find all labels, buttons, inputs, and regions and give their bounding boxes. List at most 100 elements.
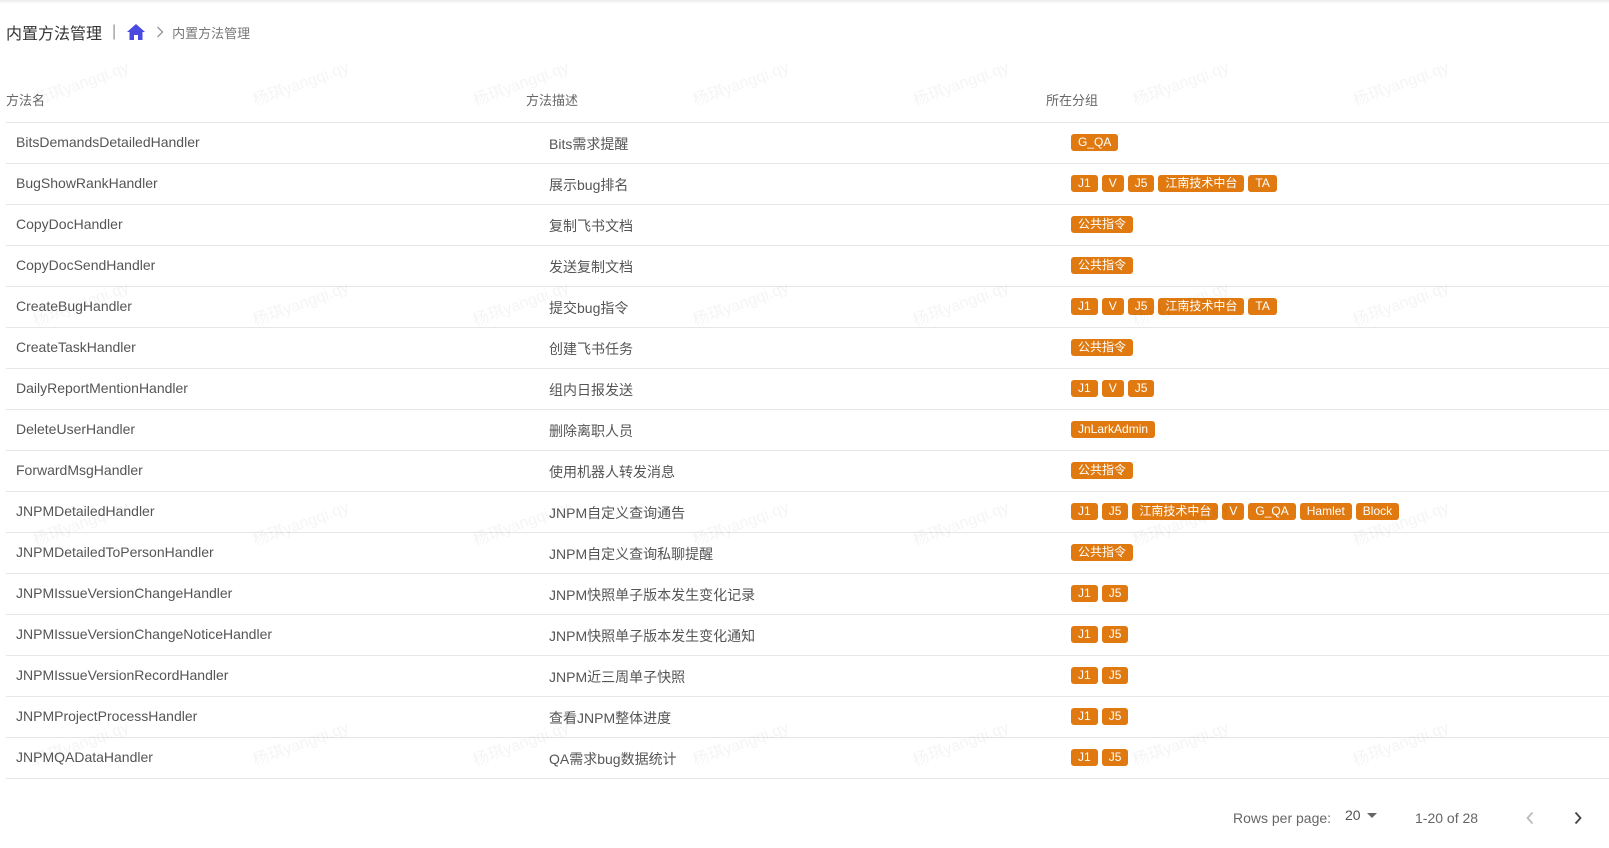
- group-tag: 公共指令: [1071, 339, 1134, 356]
- method-name: JNPMIssueVersionChangeHandler: [16, 585, 233, 601]
- group-tag: J1: [1071, 298, 1098, 315]
- group-tag: 公共指令: [1071, 257, 1134, 274]
- group-tag: J5: [1127, 298, 1155, 315]
- group-tags: G_QA: [1071, 134, 1119, 151]
- group-tag: J1: [1071, 749, 1098, 766]
- group-tag: V: [1101, 298, 1124, 315]
- method-name: ForwardMsgHandler: [16, 462, 143, 478]
- page-header: 内置方法管理 | 内置方法管理: [6, 20, 250, 44]
- method-description: 查看JNPM整体进度: [549, 710, 672, 726]
- column-header-name[interactable]: 方法名: [6, 90, 45, 109]
- table-row[interactable]: BitsDemandsDetailedHandler Bits需求提醒 G_QA: [6, 123, 1609, 164]
- method-description: Bits需求提醒: [549, 136, 629, 152]
- previous-page-button[interactable]: [1518, 806, 1542, 830]
- table-row[interactable]: DeleteUserHandler 删除离职人员 JnLarkAdmin: [6, 410, 1609, 451]
- method-description: JNPM快照单子版本发生变化记录: [549, 587, 756, 603]
- group-tags: J1 V J5 江南技术中台 TA: [1071, 175, 1277, 192]
- group-tag: TA: [1248, 298, 1277, 315]
- table-row[interactable]: CreateBugHandler 提交bug指令 J1 V J5 江南技术中台 TA: [6, 287, 1609, 328]
- method-name: JNPMDetailedHandler: [16, 503, 155, 519]
- group-tag: J1: [1071, 503, 1098, 520]
- table-row[interactable]: ForwardMsgHandler 使用机器人转发消息 公共指令: [6, 451, 1609, 492]
- table-row[interactable]: BugShowRankHandler 展示bug排名 J1 V J5 江南技术中台 TA: [6, 164, 1609, 205]
- breadcrumb-current[interactable]: 内置方法管理: [172, 23, 250, 42]
- method-description: 发送复制文档: [549, 259, 633, 275]
- table-row[interactable]: CreateTaskHandler 创建飞书任务 公共指令: [6, 328, 1609, 369]
- group-tag: J5: [1101, 585, 1129, 602]
- method-name: DeleteUserHandler: [16, 421, 136, 437]
- table-header: 方法名 方法描述 所在分组: [6, 78, 1609, 123]
- methods-table: 方法名 方法描述 所在分组 BitsDemandsDetailedHandler…: [0, 78, 1609, 794]
- method-description: 组内日报发送: [549, 382, 633, 398]
- method-name: BugShowRankHandler: [16, 175, 158, 191]
- method-name: CreateBugHandler: [16, 298, 132, 314]
- table-row[interactable]: DailyReportMentionHandler 组内日报发送 J1 V J5: [6, 369, 1609, 410]
- group-tag: J1: [1071, 708, 1098, 725]
- method-description: 提交bug指令: [549, 300, 629, 316]
- group-tags: J1 J5: [1071, 626, 1129, 643]
- method-description: QA需求bug数据统计: [549, 751, 677, 767]
- method-name: CopyDocHandler: [16, 216, 123, 232]
- group-tag: 江南技术中台: [1132, 503, 1219, 520]
- group-tag: J5: [1101, 626, 1129, 643]
- table-row[interactable]: CopyDocSendHandler 发送复制文档 公共指令: [6, 246, 1609, 287]
- group-tags: 公共指令: [1071, 544, 1134, 561]
- method-name: CreateTaskHandler: [16, 339, 136, 355]
- table-row[interactable]: JNPMProjectProcessHandler 查看JNPM整体进度 J1 J5: [6, 697, 1609, 738]
- group-tag: G_QA: [1071, 134, 1119, 151]
- group-tag: TA: [1248, 175, 1277, 192]
- group-tag: JnLarkAdmin: [1071, 421, 1156, 438]
- table-row[interactable]: JNPMIssueVersionChangeNoticeHandler JNPM快…: [6, 615, 1609, 656]
- group-tag: G_QA: [1248, 503, 1296, 520]
- group-tag: J5: [1127, 380, 1155, 397]
- method-name: JNPMProjectProcessHandler: [16, 708, 198, 724]
- table-body: BitsDemandsDetailedHandler Bits需求提醒 G_QA Bu…: [0, 123, 1609, 779]
- method-name: CopyDocSendHandler: [16, 257, 156, 273]
- table-row[interactable]: JNPMQADataHandler QA需求bug数据统计 J1 J5: [6, 738, 1609, 779]
- method-description: 删除离职人员: [549, 423, 633, 439]
- group-tags: JnLarkAdmin: [1071, 421, 1156, 438]
- table-row[interactable]: JNPMIssueVersionChangeHandler JNPM快照单子版本发…: [6, 574, 1609, 615]
- dropdown-caret-icon: [1366, 812, 1377, 818]
- group-tag: J5: [1101, 503, 1129, 520]
- method-description: JNPM自定义查询通告: [549, 505, 686, 521]
- table-row[interactable]: CopyDocHandler 复制飞书文档 公共指令: [6, 205, 1609, 246]
- method-description: JNPM快照单子版本发生变化通知: [549, 628, 756, 644]
- method-description: 创建飞书任务: [549, 341, 633, 357]
- method-name: BitsDemandsDetailedHandler: [16, 134, 200, 150]
- method-description: 复制飞书文档: [549, 218, 633, 234]
- method-name: DailyReportMentionHandler: [16, 380, 188, 396]
- group-tag: J1: [1071, 175, 1098, 192]
- method-description: 使用机器人转发消息: [549, 464, 675, 480]
- method-name: JNPMDetailedToPersonHandler: [16, 544, 214, 560]
- group-tag: V: [1222, 503, 1245, 520]
- rows-per-page-value: 20: [1345, 807, 1361, 823]
- group-tag: J1: [1071, 380, 1098, 397]
- column-header-description[interactable]: 方法描述: [526, 90, 578, 109]
- group-tags: 公共指令: [1071, 339, 1134, 356]
- header-separator: |: [112, 23, 117, 40]
- method-description: JNPM自定义查询私聊提醒: [549, 546, 714, 562]
- chevron-right-icon: [1574, 811, 1582, 825]
- column-header-groups[interactable]: 所在分组: [1046, 90, 1098, 109]
- next-page-button[interactable]: [1566, 806, 1590, 830]
- group-tag: Block: [1355, 503, 1400, 520]
- table-row[interactable]: JNPMDetailedHandler JNPM自定义查询通告 J1 J5 江南技术中台…: [6, 492, 1609, 533]
- group-tag: J1: [1071, 667, 1098, 684]
- home-icon[interactable]: [126, 23, 146, 41]
- top-shadow: [0, 0, 1609, 4]
- chevron-right-icon: [157, 26, 164, 38]
- pagination-range: 1-20 of 28: [1415, 810, 1479, 826]
- table-row[interactable]: JNPMDetailedToPersonHandler JNPM自定义查询私聊提醒…: [6, 533, 1609, 574]
- group-tag: J1: [1071, 585, 1098, 602]
- rows-per-page-label: Rows per page:: [1233, 810, 1332, 826]
- group-tag: J5: [1127, 175, 1155, 192]
- group-tag: J5: [1101, 708, 1129, 725]
- group-tags: J1 V J5: [1071, 380, 1155, 397]
- page-title: 内置方法管理: [6, 26, 103, 43]
- group-tag: J1: [1071, 626, 1098, 643]
- rows-per-page-select[interactable]: 20: [1345, 807, 1377, 823]
- method-description: 展示bug排名: [549, 177, 629, 193]
- table-row[interactable]: JNPMIssueVersionRecordHandler JNPM近三周单子快照…: [6, 656, 1609, 697]
- group-tags: J1 V J5 江南技术中台 TA: [1071, 298, 1277, 315]
